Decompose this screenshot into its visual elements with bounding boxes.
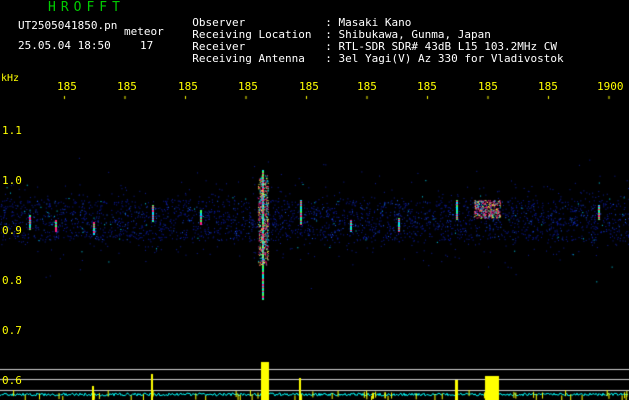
x-tick-label: 185	[357, 80, 377, 93]
x-tick-label: 185	[57, 80, 77, 93]
date-time: 25.05.04 18:50	[18, 39, 111, 52]
x-tick-label: 185	[538, 80, 558, 93]
x-tick-label: 185	[478, 80, 498, 93]
meteor-label: meteor	[124, 25, 164, 38]
y-tick-label: 1.0	[2, 174, 22, 187]
y-tick-label: 0.7	[2, 324, 22, 337]
x-tick-label: 185	[117, 80, 137, 93]
info-value: : 3el Yagi(V) Az 330 for Vladivostok	[325, 52, 564, 65]
file-name: UT2505041850.pn	[18, 19, 118, 32]
app-title: HROFFT	[48, 0, 125, 15]
y-tick-label: 1.1	[2, 124, 22, 137]
x-tick-label: 185	[238, 80, 258, 93]
x-tick-label: 185	[178, 80, 198, 93]
x-tick-label: 185	[417, 80, 437, 93]
y-axis-unit: kHz	[1, 73, 20, 84]
info-row-antenna: Receiving Antenna : 3el Yagi(V) Az 330 fo…	[179, 39, 564, 65]
meteor-count: 17	[140, 39, 154, 52]
x-tick-label: 185	[299, 80, 319, 93]
y-tick-label: 0.6	[2, 374, 22, 387]
info-label: Receiving Antenna	[192, 52, 305, 65]
y-tick-label: 0.8	[2, 274, 22, 287]
x-tick-label: 1900	[597, 80, 624, 93]
y-tick-label: 0.9	[2, 224, 22, 237]
